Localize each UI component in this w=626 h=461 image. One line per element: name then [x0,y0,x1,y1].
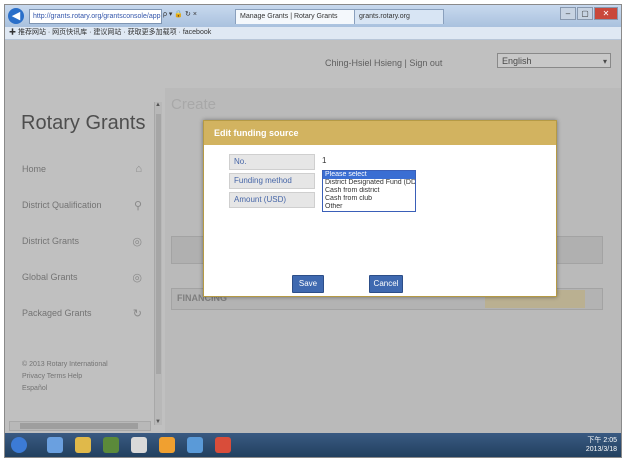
dialog-title: Edit funding source [204,121,556,145]
dropdown-option[interactable]: Please select [323,171,415,179]
funding-method-dropdown[interactable]: Please select District Designated Fund (… [322,170,416,212]
taskbar: 下午 2:05 2013/3/18 [5,433,621,457]
system-tray[interactable]: 下午 2:05 2013/3/18 [586,436,617,454]
browser-toolbar: ◀ http://grants.rotary.org/grantsconsole… [5,5,621,27]
maximize-icon[interactable]: ▢ [577,7,593,20]
dropdown-option[interactable]: Cash from club [323,195,415,203]
edit-funding-source-dialog: Edit funding source No. 1 Funding method… [203,120,557,297]
dropdown-option[interactable]: Cash from district [323,187,415,195]
field-label-no: No. [229,154,315,170]
dropdown-option[interactable]: Other [323,203,415,211]
save-button[interactable]: Save [292,275,324,293]
clock-time: 下午 2:05 [587,437,617,444]
tab-grants-site[interactable]: grants.rotary.org [354,9,444,24]
media-icon[interactable] [103,437,119,453]
cancel-button[interactable]: Cancel [369,275,403,293]
tab-manage-grants[interactable]: Manage Grants | Rotary Grants [235,9,360,24]
app-icon[interactable] [159,437,175,453]
clock-date: 2013/3/18 [585,446,617,453]
address-tools[interactable]: ρ ▾ 🔒 ↻ × [163,10,197,18]
folder-icon[interactable] [75,437,91,453]
back-arrow-icon[interactable]: ◀ [8,8,24,24]
start-button-icon[interactable] [11,437,27,453]
address-bar[interactable]: http://grants.rotary.org/grantsconsole/a… [29,9,162,24]
minimize-icon[interactable]: – [560,7,576,20]
field-value-no: 1 [322,156,327,165]
field-label-amount: Amount (USD) [229,192,315,208]
close-icon[interactable]: ✕ [594,7,618,20]
app-icon[interactable] [215,437,231,453]
app-icon[interactable] [187,437,203,453]
app-icon[interactable] [131,437,147,453]
dropdown-option[interactable]: District Designated Fund (DDF) [323,179,415,187]
browser-window: ◀ http://grants.rotary.org/grantsconsole… [4,4,622,458]
favorites-bar[interactable]: ✚ 推荐网站 · 网页快讯库 · 建议网站 · 获取更多加载项 · facebo… [5,27,621,40]
field-label-funding-method: Funding method [229,173,315,189]
window-controls: – ▢ ✕ [560,7,618,20]
ie-icon[interactable] [47,437,63,453]
